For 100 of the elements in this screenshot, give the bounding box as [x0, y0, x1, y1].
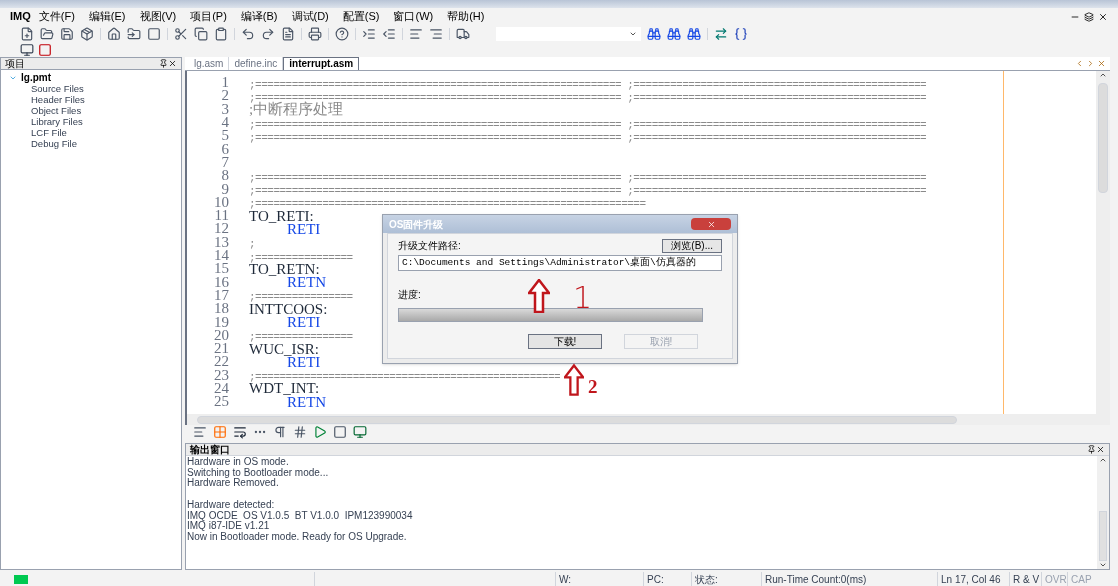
align-icon[interactable] — [429, 27, 443, 41]
dialog-title: OS固件升级 — [389, 217, 444, 232]
line-number: 17 — [213, 287, 230, 303]
line-number: 13 — [213, 234, 230, 250]
square-icon[interactable] — [147, 27, 161, 41]
binoculars-icon[interactable] — [667, 27, 681, 41]
editor-tab[interactable]: lg.asm — [189, 57, 230, 70]
undo-icon[interactable] — [241, 27, 255, 41]
tree-item[interactable]: LCF File — [31, 127, 67, 138]
scroll-right-icon[interactable] — [1086, 59, 1095, 68]
binoculars-icon[interactable] — [687, 27, 701, 41]
output-line: Hardware detected: — [187, 499, 276, 511]
redo-icon[interactable] — [261, 27, 275, 41]
menu-item[interactable]: 调试(D) — [291, 8, 329, 25]
browse-button[interactable]: 浏览(B)... — [662, 238, 722, 253]
tree-item[interactable]: Source Files — [31, 83, 84, 94]
code-comment: ;============================================================ ;================================================ — [249, 185, 927, 198]
indent-icon[interactable] — [362, 27, 376, 41]
scroll-left-icon[interactable] — [1075, 59, 1084, 68]
print-icon[interactable] — [308, 27, 322, 41]
dialog-button[interactable]: 下载! — [528, 334, 602, 349]
paste-icon[interactable] — [214, 27, 228, 41]
copy-icon[interactable] — [194, 27, 208, 41]
wrap-icon[interactable] — [233, 425, 247, 439]
annotation-label: 2 — [588, 377, 598, 396]
code-comment: ;============================================================ ;================================================ — [249, 131, 927, 144]
editor-tab[interactable]: interrupt.asm — [283, 57, 360, 70]
status-field: PC: — [643, 572, 691, 586]
code-comment: ;============================================================ ;================================================ — [249, 78, 927, 91]
restore-icon[interactable] — [1084, 11, 1094, 22]
align-icon[interactable] — [193, 425, 207, 439]
play-icon[interactable] — [313, 425, 327, 439]
menu-item[interactable]: 视图(V) — [139, 8, 177, 25]
vertical-scrollbar[interactable] — [1096, 71, 1110, 414]
menu-item[interactable]: 帮助(H) — [447, 8, 485, 25]
line-number: 25 — [213, 394, 230, 410]
scrollbar-thumb[interactable] — [197, 415, 957, 424]
document-icon[interactable] — [281, 27, 295, 41]
hash-icon[interactable] — [293, 425, 307, 439]
cut-icon[interactable] — [174, 27, 188, 41]
close-icon[interactable] — [1098, 11, 1108, 22]
square-icon[interactable] — [333, 425, 347, 439]
binoculars-icon[interactable] — [647, 27, 661, 41]
tree-item[interactable]: Debug File — [31, 138, 77, 149]
truck-icon[interactable] — [456, 27, 470, 41]
tree-item[interactable]: Object Files — [31, 105, 82, 116]
menu-item[interactable]: 文件(F) — [38, 8, 75, 25]
new-file-icon[interactable] — [20, 27, 34, 41]
menu-item[interactable]: 编辑(E) — [88, 8, 126, 25]
swap-icon[interactable] — [714, 27, 728, 41]
menu-item[interactable]: 配置(S) — [342, 8, 380, 25]
panel-title: 项目 — [5, 57, 25, 71]
up-arrow-icon — [564, 363, 584, 397]
pin-icon[interactable] — [1087, 445, 1096, 454]
scrollbar-thumb[interactable] — [1098, 83, 1108, 193]
package-icon[interactable] — [80, 27, 94, 41]
menu-item[interactable]: 项目(P) — [190, 8, 227, 25]
outdent-icon[interactable] — [382, 27, 396, 41]
close-button[interactable] — [691, 218, 731, 230]
close-icon — [706, 219, 716, 229]
status-field: Ln 17, Col 46 — [937, 572, 1009, 586]
tree-item[interactable]: Header Files — [31, 94, 85, 105]
save-icon[interactable] — [60, 27, 74, 41]
line-number: 7 — [220, 154, 230, 170]
scroll-down-icon[interactable] — [1099, 561, 1107, 569]
line-number: 8 — [220, 168, 230, 184]
scroll-up-icon[interactable] — [1099, 456, 1107, 464]
house-icon[interactable] — [107, 27, 121, 41]
menu-item[interactable]: 窗口(W) — [393, 8, 434, 25]
line-number: 21 — [213, 341, 230, 357]
scroll-up-icon[interactable] — [1099, 71, 1107, 79]
pilcrow-icon[interactable] — [273, 425, 287, 439]
tree-item[interactable]: lg.pmt — [21, 72, 51, 83]
annotation-label: 1 — [573, 283, 593, 313]
path-field[interactable]: C:\Documents and Settings\Administrator\桌面\仿真器的 — [398, 255, 722, 271]
line-number: 10 — [213, 194, 230, 210]
status-field: CAP — [1067, 572, 1093, 586]
scrollbar-thumb[interactable] — [1099, 511, 1107, 561]
line-number: 11 — [213, 208, 230, 224]
folder-icon[interactable] — [127, 27, 141, 41]
code-editor[interactable] — [185, 71, 1110, 414]
line-number: 22 — [213, 354, 230, 370]
output-line: Hardware in OS mode. — [187, 457, 290, 468]
horizontal-scrollbar[interactable] — [185, 414, 1110, 425]
app-logo: IMQ — [10, 9, 31, 25]
field-label: 进度: — [398, 288, 421, 302]
tree-item[interactable]: Library Files — [31, 116, 83, 127]
folder-icon[interactable] — [40, 27, 54, 41]
close-icon[interactable] — [168, 59, 177, 68]
help-icon[interactable] — [335, 27, 349, 41]
pin-icon[interactable] — [159, 59, 168, 68]
menu-item[interactable]: 编译(B) — [240, 8, 278, 25]
vertical-scrollbar[interactable] — [1097, 456, 1109, 569]
monitor-icon[interactable] — [20, 43, 34, 57]
monitor-icon[interactable] — [353, 425, 367, 439]
close-icon[interactable] — [1096, 445, 1105, 454]
braces-icon[interactable] — [734, 27, 748, 41]
align-icon[interactable] — [409, 27, 423, 41]
status-field: Run-Time Count:0(ms) — [761, 572, 937, 586]
window-icon[interactable] — [38, 43, 52, 57]
